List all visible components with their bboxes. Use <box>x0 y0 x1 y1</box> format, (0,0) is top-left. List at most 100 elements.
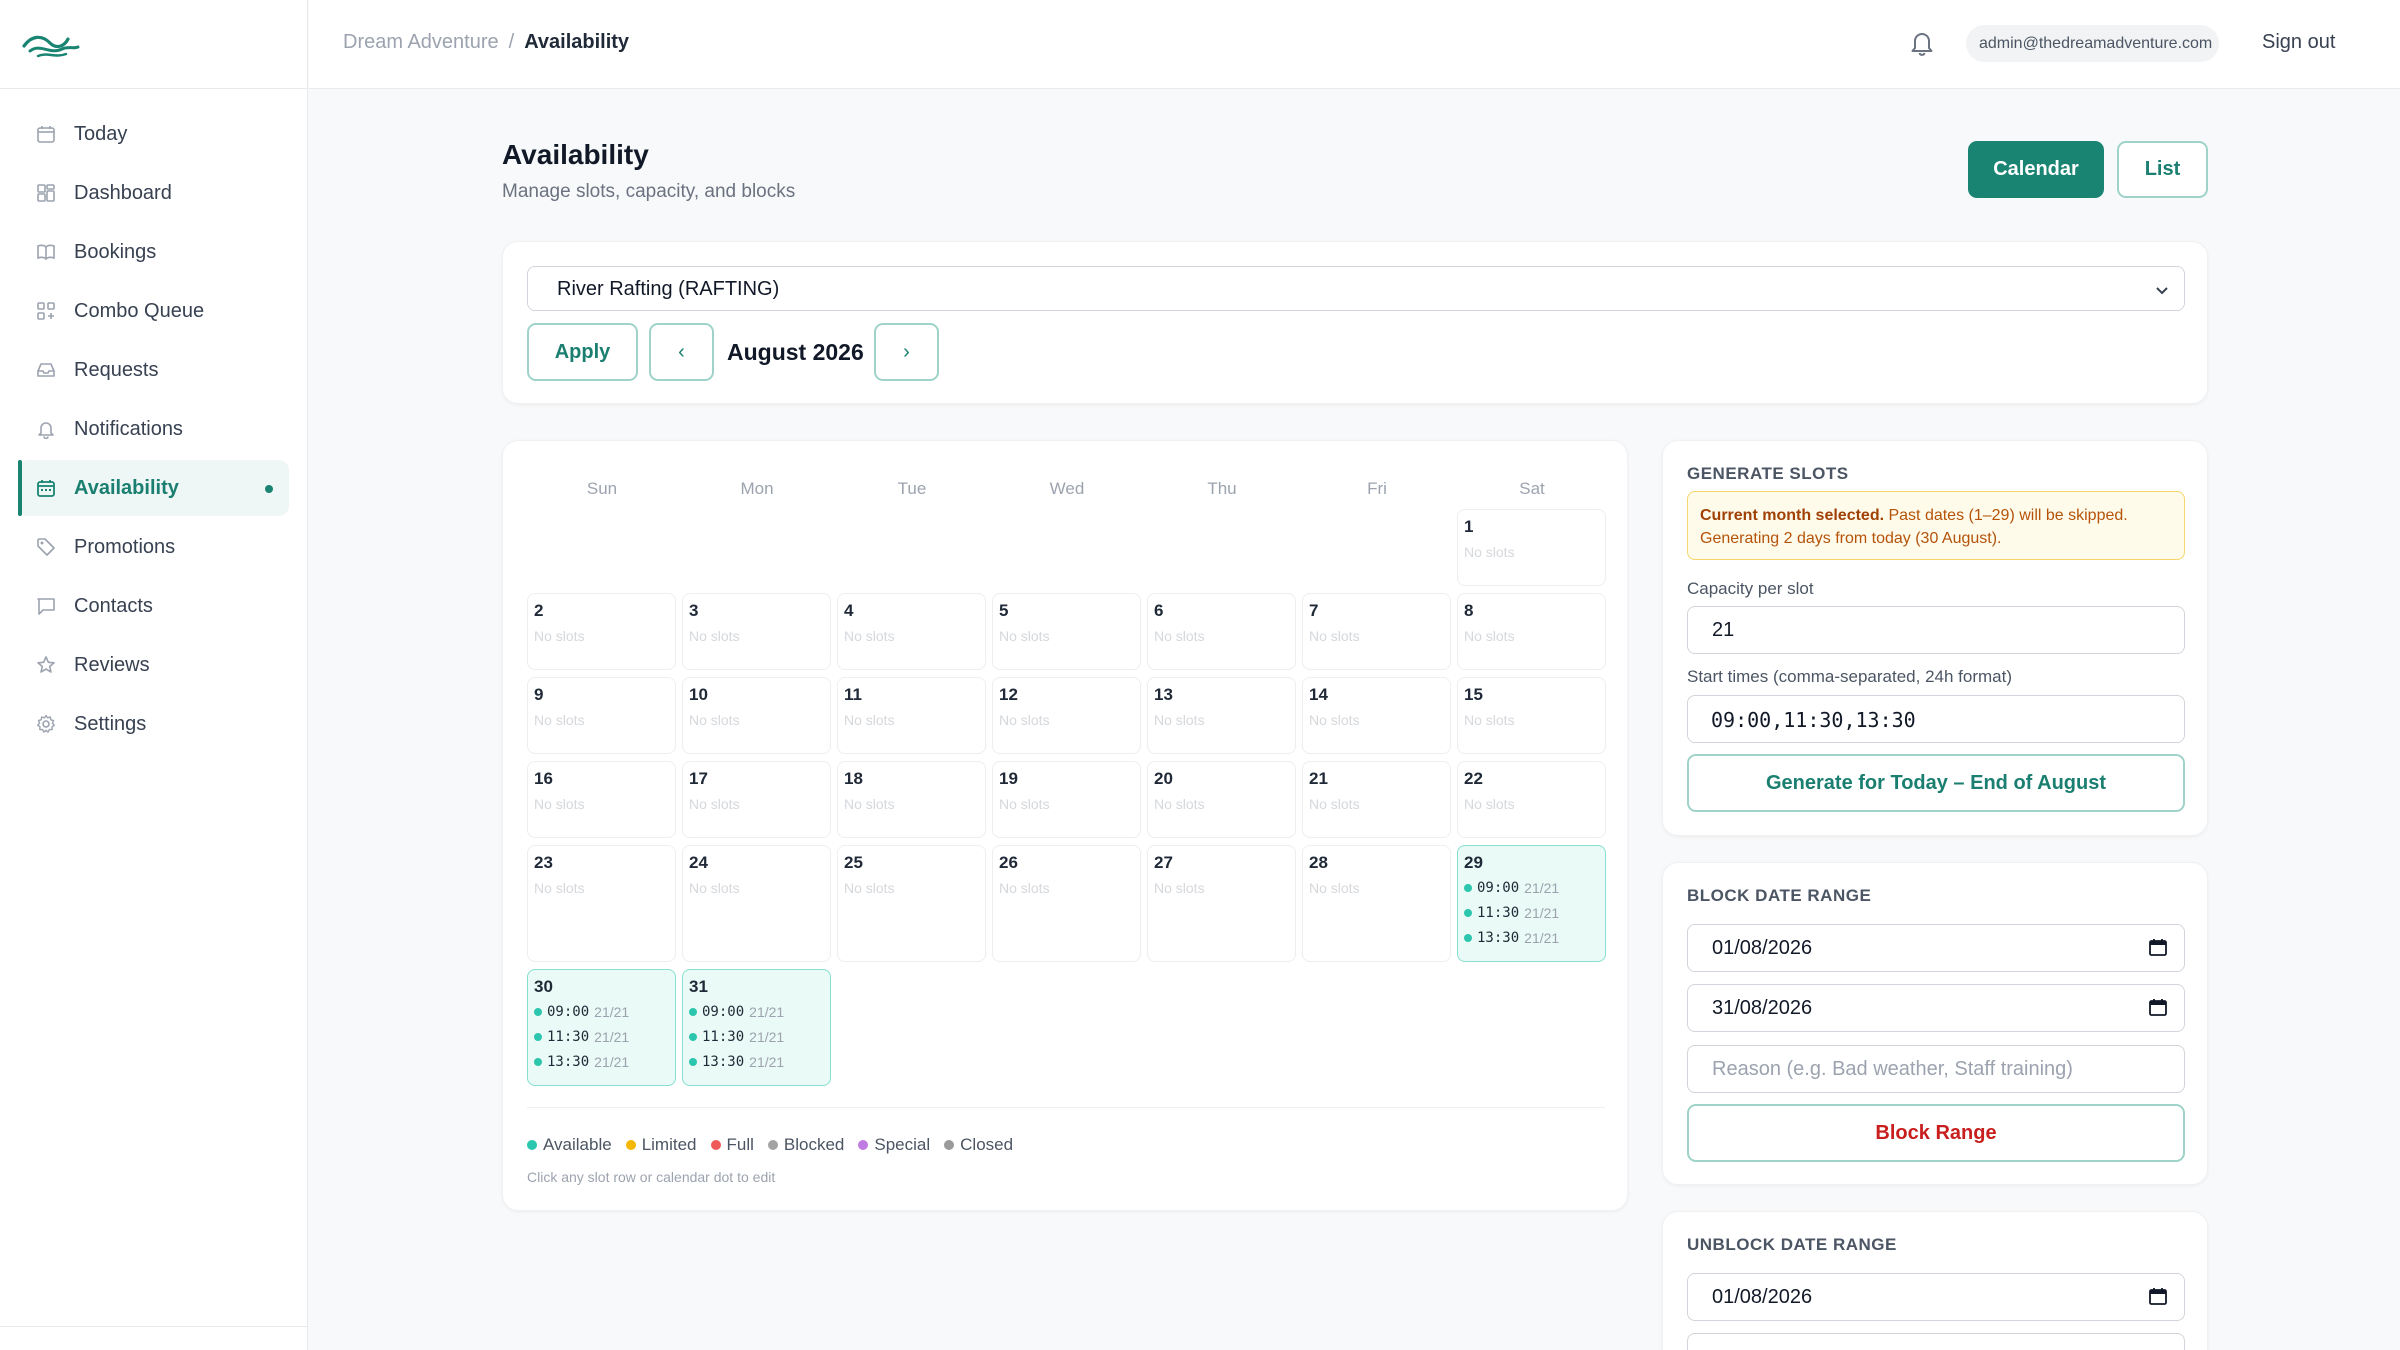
calendar-day-cell[interactable]: 18 No slots <box>837 761 986 838</box>
no-slots-label: No slots <box>1464 628 1515 644</box>
slot-status-dot[interactable] <box>1464 933 1472 942</box>
slot-row[interactable]: 11:30 21/21 <box>534 1024 669 1049</box>
slot-row[interactable]: 13:30 21/21 <box>1464 925 1599 950</box>
calendar-day-cell[interactable]: 4 No slots <box>837 593 986 670</box>
calendar-day-cell[interactable]: 21 No slots <box>1302 761 1451 838</box>
legend-dot <box>858 1140 869 1150</box>
calendar-day-cell[interactable]: 17 No slots <box>682 761 831 838</box>
no-slots-label: No slots <box>999 628 1050 644</box>
unblock-from-date-input[interactable]: 01/08/2026 <box>1687 1273 2185 1321</box>
sidebar-item-notifications[interactable]: Notifications <box>18 401 289 457</box>
slot-time: 13:30 <box>547 1053 590 1070</box>
legend-dot <box>625 1140 636 1150</box>
sidebar-item-dashboard[interactable]: Dashboard <box>18 165 289 221</box>
calendar-day-cell[interactable]: 7 No slots <box>1302 593 1451 670</box>
calendar-day-cell[interactable]: 5 No slots <box>992 593 1141 670</box>
slot-status-dot[interactable] <box>534 1007 542 1016</box>
calendar-day-cell[interactable]: 26 No slots <box>992 845 1141 962</box>
breadcrumb-root[interactable]: Dream Adventure <box>343 31 499 53</box>
calendar-day-cell[interactable]: 13 No slots <box>1147 677 1296 754</box>
calendar-day-cell[interactable]: 3 No slots <box>682 593 831 670</box>
sidebar-item-reviews[interactable]: Reviews <box>18 637 289 693</box>
list-view-button[interactable]: List <box>2117 141 2208 198</box>
user-email-badge[interactable]: admin@thedreamadventure.com <box>1966 25 2219 62</box>
calendar-day-cell[interactable]: 24 No slots <box>682 845 831 962</box>
calendar-day-cell[interactable]: 19 No slots <box>992 761 1141 838</box>
calendar-day-cell[interactable]: 6 No slots <box>1147 593 1296 670</box>
sidebar-item-settings[interactable]: Settings <box>18 696 289 752</box>
sign-out-link[interactable]: Sign out <box>2262 31 2335 54</box>
gear-icon <box>34 712 58 736</box>
day-number: 7 <box>1309 601 1319 620</box>
next-month-button[interactable]: › <box>874 323 939 381</box>
calendar-day-cell[interactable]: 11 No slots <box>837 677 986 754</box>
calendar-picker-icon[interactable] <box>2148 1286 2168 1312</box>
slot-status-dot[interactable] <box>1464 883 1472 892</box>
calendar-picker-icon[interactable] <box>2148 997 2168 1023</box>
calendar-day-cell[interactable]: 30 09:00 21/21 11:30 21/21 13:30 21/21 <box>527 969 676 1086</box>
calendar-day-cell[interactable]: 20 No slots <box>1147 761 1296 838</box>
calendar-day-cell[interactable]: 16 No slots <box>527 761 676 838</box>
calendar-day-cell[interactable]: 31 09:00 21/21 11:30 21/21 13:30 21/21 <box>682 969 831 1086</box>
calendar-day-cell[interactable]: 1 No slots <box>1457 509 1606 586</box>
calendar-picker-icon[interactable] <box>2148 937 2168 963</box>
no-slots-label: No slots <box>1154 628 1205 644</box>
slot-row[interactable]: 13:30 21/21 <box>534 1049 669 1074</box>
slot-status-dot[interactable] <box>534 1032 542 1041</box>
day-number: 18 <box>844 769 863 788</box>
sidebar-item-availability[interactable]: Availability <box>18 460 289 516</box>
legend-item: Full <box>710 1135 754 1155</box>
start-times-input[interactable]: 09:00,11:30,13:30 <box>1687 695 2185 743</box>
active-indicator-dot <box>265 485 273 493</box>
sidebar-item-contacts[interactable]: Contacts <box>18 578 289 634</box>
slot-row[interactable]: 11:30 21/21 <box>689 1024 824 1049</box>
sidebar-item-combo-queue[interactable]: Combo Queue <box>18 283 289 339</box>
slot-capacity: 21/21 <box>1524 904 1560 921</box>
slot-row[interactable]: 11:30 21/21 <box>1464 900 1599 925</box>
calendar-day-cell[interactable]: 15 No slots <box>1457 677 1606 754</box>
slot-time: 11:30 <box>547 1028 590 1045</box>
apply-button[interactable]: Apply <box>527 323 638 381</box>
block-reason-input[interactable]: Reason (e.g. Bad weather, Staff training… <box>1687 1045 2185 1093</box>
slot-row[interactable]: 13:30 21/21 <box>689 1049 824 1074</box>
slot-row[interactable]: 09:00 21/21 <box>1464 875 1599 900</box>
unblock-to-date-input[interactable] <box>1687 1333 2185 1350</box>
start-times-label: Start times (comma-separated, 24h format… <box>1687 667 2013 686</box>
no-slots-label: No slots <box>534 880 585 896</box>
legend-label: Closed <box>960 1135 1014 1154</box>
sidebar-item-today[interactable]: Today <box>18 106 289 162</box>
calendar-view-button[interactable]: Calendar <box>1968 141 2104 198</box>
calendar-day-cell[interactable]: 27 No slots <box>1147 845 1296 962</box>
notifications-bell-icon[interactable] <box>1909 29 1935 62</box>
calendar-day-cell[interactable]: 10 No slots <box>682 677 831 754</box>
calendar-day-cell[interactable]: 14 No slots <box>1302 677 1451 754</box>
brand-logo[interactable] <box>0 0 307 89</box>
calendar-day-cell[interactable]: 9 No slots <box>527 677 676 754</box>
sidebar-item-bookings[interactable]: Bookings <box>18 224 289 280</box>
calendar-day-cell[interactable]: 12 No slots <box>992 677 1141 754</box>
block-from-date-input[interactable]: 01/08/2026 <box>1687 924 2185 972</box>
activity-select[interactable]: River Rafting (RAFTING) <box>527 266 2185 311</box>
slot-row[interactable]: 09:00 21/21 <box>689 999 824 1024</box>
slot-status-dot[interactable] <box>689 1057 697 1066</box>
calendar-day-cell[interactable]: 28 No slots <box>1302 845 1451 962</box>
slot-status-dot[interactable] <box>534 1057 542 1066</box>
block-range-button[interactable]: Block Range <box>1687 1104 2185 1162</box>
slot-status-dot[interactable] <box>689 1032 697 1041</box>
calendar-day-cell[interactable]: 25 No slots <box>837 845 986 962</box>
slot-status-dot[interactable] <box>1464 908 1472 917</box>
calendar-day-cell[interactable]: 29 09:00 21/21 11:30 21/21 13:30 21/21 <box>1457 845 1606 962</box>
calendar-day-cell[interactable]: 23 No slots <box>527 845 676 962</box>
generate-slots-button[interactable]: Generate for Today – End of August <box>1687 754 2185 812</box>
sidebar-item-requests[interactable]: Requests <box>18 342 289 398</box>
calendar-day-cell[interactable]: 22 No slots <box>1457 761 1606 838</box>
prev-month-button[interactable]: ‹ <box>649 323 714 381</box>
calendar-day-cell[interactable]: 8 No slots <box>1457 593 1606 670</box>
sidebar-item-promotions[interactable]: Promotions <box>18 519 289 575</box>
sidebar-item-label: Bookings <box>74 240 157 263</box>
slot-row[interactable]: 09:00 21/21 <box>534 999 669 1024</box>
block-to-date-input[interactable]: 31/08/2026 <box>1687 984 2185 1032</box>
slot-status-dot[interactable] <box>689 1007 697 1016</box>
calendar-day-cell[interactable]: 2 No slots <box>527 593 676 670</box>
capacity-input[interactable]: 21 <box>1687 606 2185 654</box>
